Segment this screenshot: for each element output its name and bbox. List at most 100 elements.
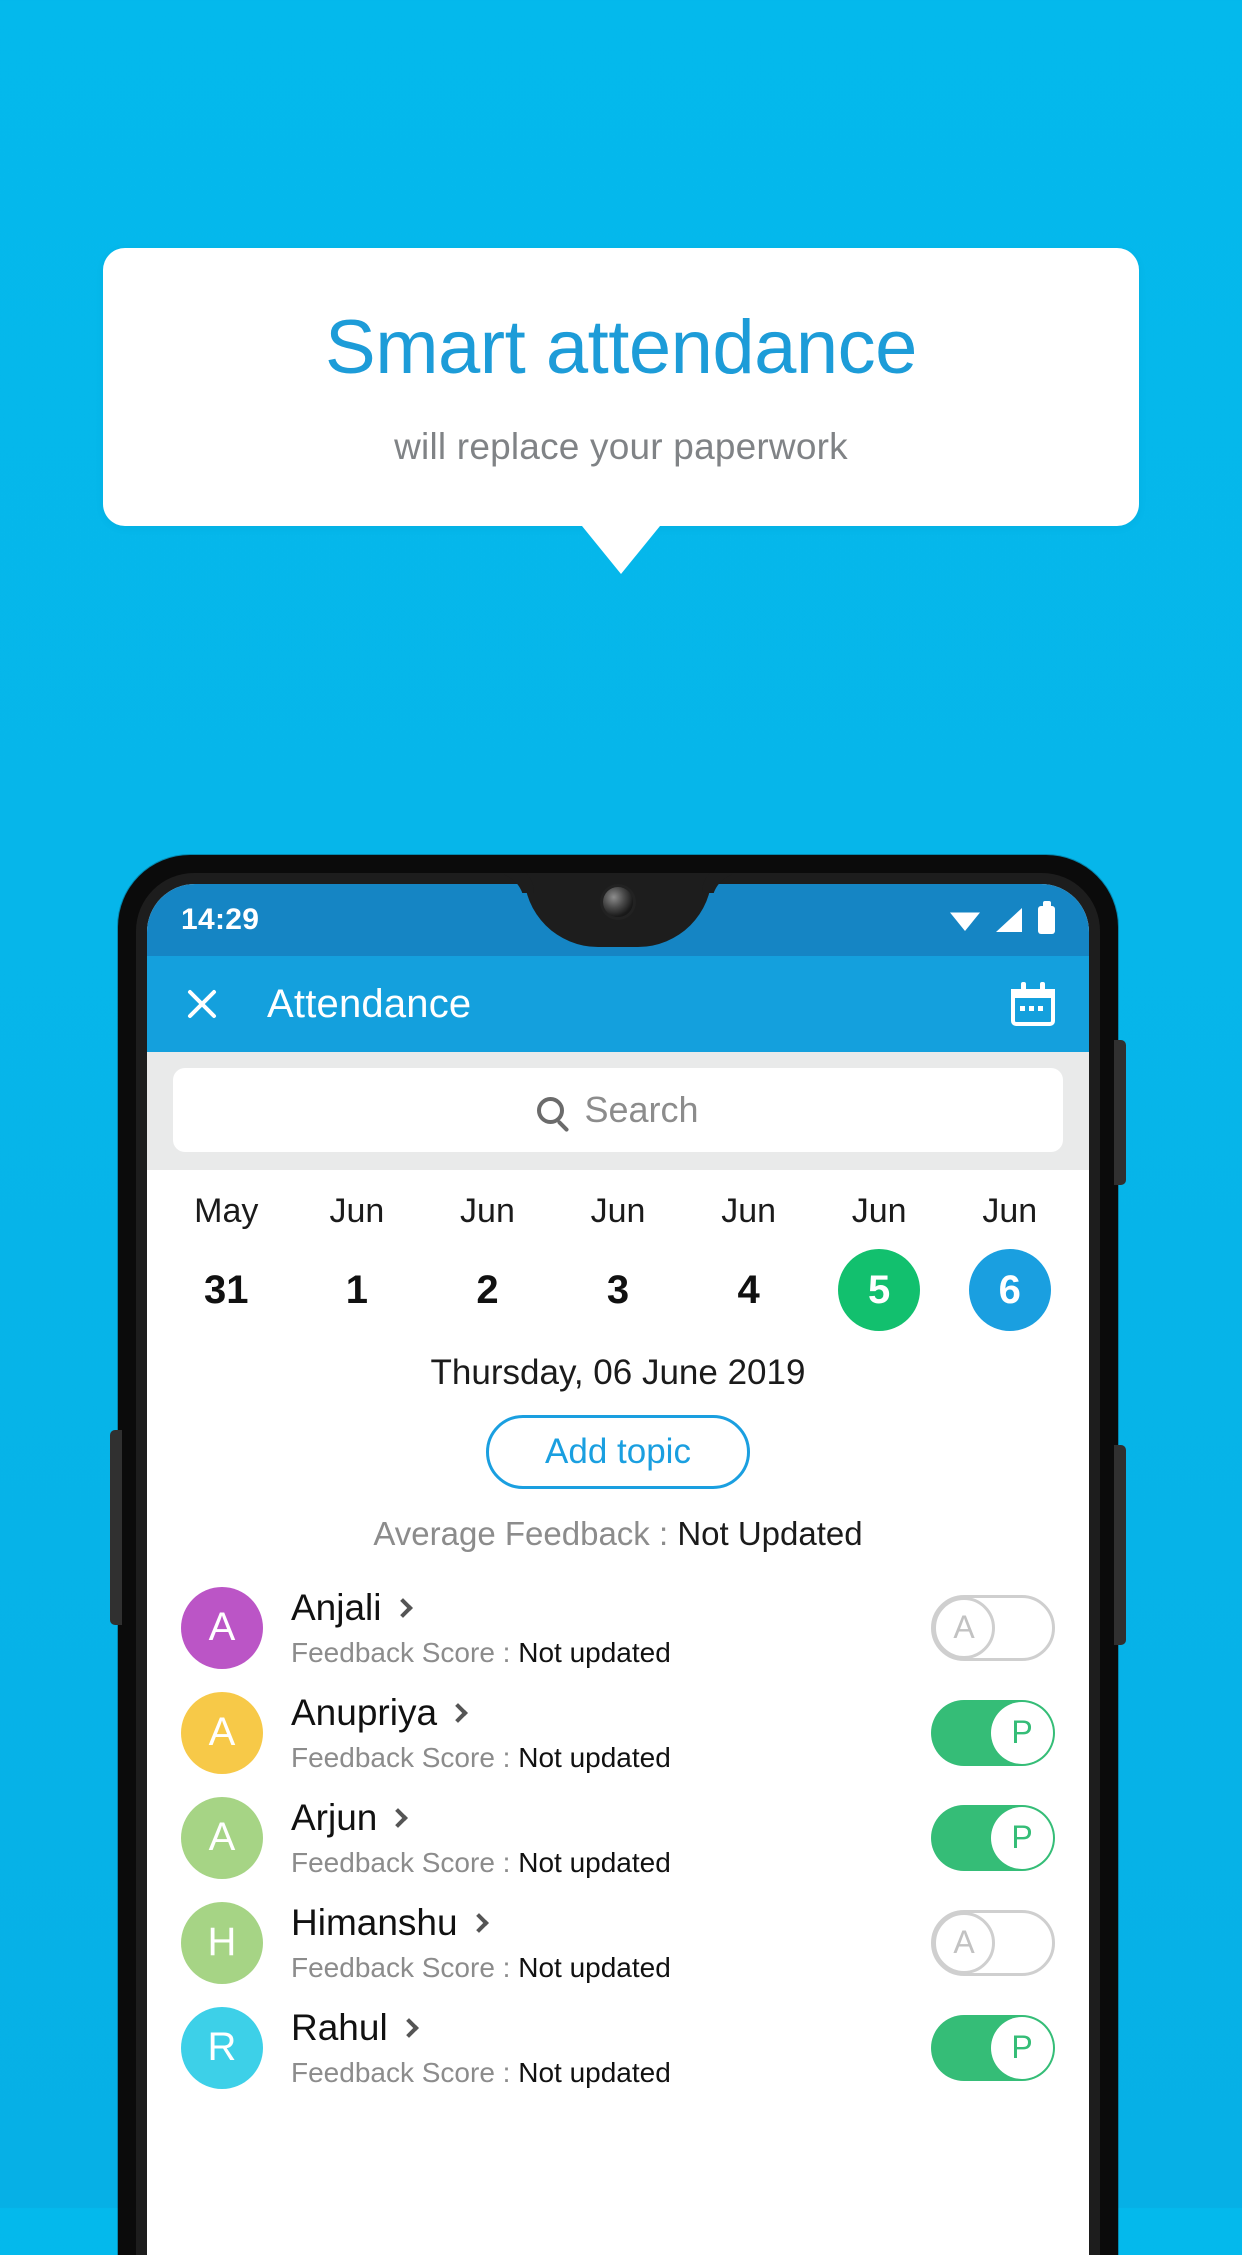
date-day-wrap: 4 — [683, 1249, 814, 1331]
chevron-right-icon[interactable] — [398, 2017, 419, 2038]
feedback-score-value: Not updated — [518, 1636, 671, 1668]
search-area: Search — [147, 1052, 1089, 1170]
promo-banner: Smart attendance will replace your paper… — [103, 248, 1139, 574]
feedback-score: Feedback Score : Not updated — [291, 1742, 931, 1774]
average-feedback-value: Not Updated — [677, 1515, 863, 1552]
student-list: A Anjali Feedback Score : Not updated A A Anu… — [147, 1575, 1089, 2100]
add-topic-button[interactable]: Add topic — [486, 1415, 750, 1489]
student-name: Himanshu — [291, 1901, 458, 1943]
phone-button-volume[interactable] — [1114, 1445, 1126, 1645]
feedback-score: Feedback Score : Not updated — [291, 1637, 931, 1669]
date-month-label: Jun — [851, 1192, 907, 1230]
date-strip-item[interactable]: Jun 3 — [553, 1192, 684, 1331]
average-feedback: Average Feedback : Not Updated — [147, 1515, 1089, 1553]
page-title: Attendance — [267, 981, 472, 1026]
date-month-label: Jun — [329, 1192, 385, 1230]
attendance-toggle-knob: A — [933, 1596, 995, 1659]
signal-icon — [996, 908, 1022, 932]
feedback-score-value: Not updated — [518, 1951, 671, 1983]
feedback-score-value: Not updated — [518, 1741, 671, 1773]
feedback-score-label: Feedback Score : — [291, 2056, 519, 2088]
date-strip-item[interactable]: Jun 1 — [292, 1192, 423, 1331]
chevron-right-icon[interactable] — [388, 1807, 409, 1828]
bubble-tail-icon — [582, 526, 660, 574]
student-row[interactable]: H Himanshu Feedback Score : Not updated A — [147, 1890, 1089, 1995]
attendance-toggle-knob: P — [991, 1806, 1053, 1869]
student-info: Anupriya Feedback Score : Not updated — [291, 1692, 931, 1774]
student-name-line[interactable]: Anjali — [291, 1587, 931, 1629]
date-day-wrap: 2 — [422, 1249, 553, 1331]
status-time: 14:29 — [181, 903, 260, 936]
student-name: Arjun — [291, 1796, 378, 1838]
student-name-line[interactable]: Rahul — [291, 2007, 931, 2049]
date-month-label: Jun — [460, 1192, 515, 1230]
attendance-toggle[interactable]: A — [931, 1594, 1055, 1661]
feedback-score-value: Not updated — [518, 1846, 671, 1878]
student-row[interactable]: A Arjun Feedback Score : Not updated P — [147, 1785, 1089, 1890]
wifi-icon — [950, 912, 980, 931]
date-strip-item[interactable]: Jun 4 — [683, 1192, 814, 1331]
student-name-line[interactable]: Arjun — [291, 1797, 931, 1839]
date-day-wrap: 1 — [292, 1249, 423, 1331]
date-day-label[interactable]: 5 — [838, 1249, 921, 1331]
feedback-score-label: Feedback Score : — [291, 1846, 519, 1878]
avatar: A — [181, 1691, 263, 1774]
phone-button-left[interactable] — [110, 1430, 122, 1625]
student-row[interactable]: R Rahul Feedback Score : Not updated P — [147, 1995, 1089, 2100]
date-month-label: Jun — [982, 1192, 1038, 1230]
date-strip-item[interactable]: Jun 6 — [944, 1192, 1075, 1331]
search-input[interactable]: Search — [173, 1068, 1063, 1152]
phone-button-power[interactable] — [1114, 1040, 1126, 1185]
date-strip-item[interactable]: Jun 5 — [814, 1192, 945, 1331]
close-icon[interactable] — [181, 983, 223, 1025]
avatar: A — [181, 1796, 263, 1879]
date-day-label[interactable]: 3 — [577, 1249, 659, 1331]
date-day-label[interactable]: 1 — [316, 1249, 398, 1331]
feedback-score-value: Not updated — [518, 2056, 671, 2088]
date-day-wrap: 31 — [161, 1249, 292, 1331]
attendance-toggle[interactable]: P — [931, 1804, 1055, 1871]
search-icon — [537, 1096, 565, 1124]
student-name-line[interactable]: Himanshu — [291, 1902, 931, 1944]
date-day-label[interactable]: 6 — [968, 1249, 1051, 1331]
student-row[interactable]: A Anjali Feedback Score : Not updated A — [147, 1575, 1089, 1680]
attendance-toggle-knob: P — [991, 2016, 1053, 2079]
feedback-score-label: Feedback Score : — [291, 1951, 519, 1983]
avatar: H — [181, 1901, 263, 1984]
chevron-right-icon[interactable] — [448, 1702, 468, 1723]
feedback-score: Feedback Score : Not updated — [291, 1952, 931, 1984]
promo-subtitle: will replace your paperwork — [394, 426, 848, 467]
attendance-toggle[interactable]: A — [931, 1909, 1055, 1976]
chevron-right-icon[interactable] — [392, 1597, 413, 1618]
status-icons — [950, 906, 1055, 934]
date-day-label[interactable]: 31 — [185, 1249, 267, 1331]
calendar-icon[interactable] — [1011, 982, 1055, 1026]
student-name: Anupriya — [291, 1691, 438, 1733]
attendance-toggle-knob: P — [991, 1701, 1053, 1764]
attendance-toggle[interactable]: P — [931, 2014, 1055, 2081]
date-strip[interactable]: May 31 Jun 1 Jun 2 Jun 3 Jun 4 Jun 5 Jun 6 — [147, 1170, 1089, 1339]
attendance-toggle[interactable]: P — [931, 1699, 1055, 1766]
date-day-label[interactable]: 4 — [708, 1249, 790, 1331]
date-day-wrap: 5 — [814, 1249, 945, 1331]
chevron-right-icon[interactable] — [468, 1912, 489, 1933]
phone-bezel: 14:29 Attendance Search May 31 Jun 1 Jun… — [136, 873, 1100, 2255]
average-feedback-label: Average Feedback : — [373, 1515, 678, 1552]
student-info: Rahul Feedback Score : Not updated — [291, 2007, 931, 2089]
phone-screen: 14:29 Attendance Search May 31 Jun 1 Jun… — [147, 884, 1089, 2255]
date-strip-item[interactable]: May 31 — [161, 1192, 292, 1331]
feedback-score-label: Feedback Score : — [291, 1741, 519, 1773]
date-day-label[interactable]: 2 — [446, 1249, 528, 1331]
student-row[interactable]: A Anupriya Feedback Score : Not updated P — [147, 1680, 1089, 1785]
phone-mockup: 14:29 Attendance Search May 31 Jun 1 Jun… — [110, 855, 1126, 2255]
student-name-line[interactable]: Anupriya — [291, 1692, 931, 1734]
selected-date-label: Thursday, 06 June 2019 — [430, 1353, 806, 1392]
app-bar: Attendance — [147, 956, 1089, 1052]
promo-bubble: Smart attendance will replace your paper… — [103, 248, 1139, 574]
battery-icon — [1038, 906, 1055, 934]
feedback-score-label: Feedback Score : — [291, 1636, 519, 1668]
avatar: R — [181, 2006, 263, 2089]
date-month-label: May — [194, 1192, 259, 1230]
front-camera-icon — [603, 887, 633, 917]
date-strip-item[interactable]: Jun 2 — [422, 1192, 553, 1331]
